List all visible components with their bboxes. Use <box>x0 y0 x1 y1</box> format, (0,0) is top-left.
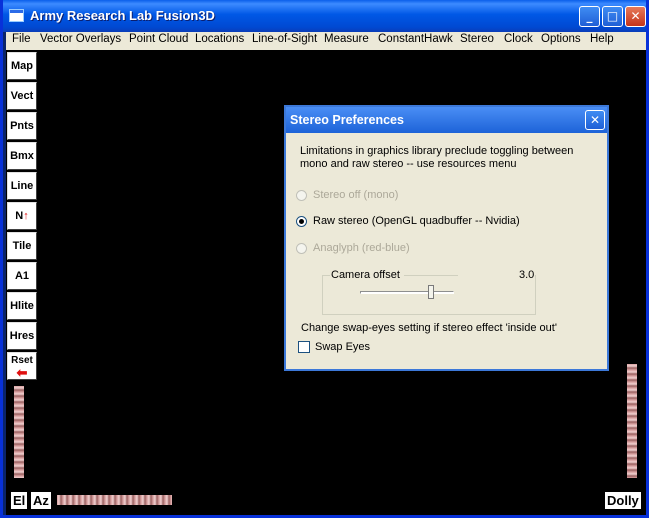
title-bar[interactable]: Army Research Lab Fusion3D _ □ ✕ <box>3 0 646 32</box>
radio-label: Stereo off (mono) <box>313 189 399 201</box>
app-window-icon <box>9 9 24 22</box>
radio-label: Raw stereo (OpenGL quadbuffer -- Nvidia) <box>313 215 520 227</box>
close-button[interactable]: ✕ <box>625 6 646 27</box>
menu-options[interactable]: Options <box>541 33 581 45</box>
dialog-title-bar[interactable]: Stereo Preferences ✕ <box>286 107 607 133</box>
reset-button[interactable]: Rset ⬅ <box>7 352 37 380</box>
a1-button[interactable]: A1 <box>7 262 37 290</box>
menu-vector-overlays[interactable]: Vector Overlays <box>40 33 121 45</box>
bmx-button[interactable]: Bmx <box>7 142 37 170</box>
reset-arrow-icon: ⬅ <box>16 365 28 380</box>
az-button[interactable]: Az <box>31 492 51 509</box>
north-button[interactable]: N↑ <box>7 202 37 230</box>
app-window: Army Research Lab Fusion3D _ □ ✕ File Ve… <box>0 0 649 518</box>
radio-label: Anaglyph (red-blue) <box>313 242 410 254</box>
dolly-button[interactable]: Dolly <box>605 492 641 509</box>
north-arrow-icon: ↑ <box>23 210 29 222</box>
menu-help[interactable]: Help <box>590 33 614 45</box>
camera-offset-label: Camera offset <box>330 269 401 281</box>
line-button[interactable]: Line <box>7 172 37 200</box>
map-button[interactable]: Map <box>7 52 37 80</box>
stereo-preferences-dialog: Stereo Preferences ✕ Limitations in grap… <box>284 105 609 371</box>
menu-line-of-sight[interactable]: Line-of-Sight <box>252 33 317 45</box>
azimuth-slider[interactable] <box>57 495 172 505</box>
dialog-title: Stereo Preferences <box>290 113 404 127</box>
swap-eyes-hint: Change swap-eyes setting if stereo effec… <box>301 322 557 334</box>
menu-bar: File Vector Overlays Point Cloud Locatio… <box>6 32 646 50</box>
camera-offset-value: 3.0 <box>519 269 535 281</box>
window-title: Army Research Lab Fusion3D <box>30 8 215 23</box>
hlite-button[interactable]: Hlite <box>7 292 37 320</box>
minimize-button[interactable]: _ <box>579 6 600 27</box>
camera-offset-slider-track[interactable] <box>360 291 454 294</box>
vect-button[interactable]: Vect <box>7 82 37 110</box>
radio-button[interactable] <box>296 243 307 254</box>
hres-button[interactable]: Hres <box>7 322 37 350</box>
swap-eyes-label[interactable]: Swap Eyes <box>315 341 370 353</box>
menu-clock[interactable]: Clock <box>504 33 533 45</box>
menu-locations[interactable]: Locations <box>195 33 244 45</box>
groupbox-top-border <box>404 275 458 276</box>
elevation-slider[interactable] <box>14 386 24 478</box>
tile-button[interactable]: Tile <box>7 232 37 260</box>
maximize-button[interactable]: □ <box>602 6 623 27</box>
menu-file[interactable]: File <box>12 33 31 45</box>
dialog-message: Limitations in graphics library preclude… <box>300 145 574 170</box>
swap-eyes-checkbox[interactable] <box>298 341 310 353</box>
camera-offset-slider-thumb[interactable] <box>428 285 434 299</box>
dolly-slider[interactable] <box>627 364 637 478</box>
pnts-button[interactable]: Pnts <box>7 112 37 140</box>
el-button[interactable]: El <box>11 492 28 509</box>
groupbox-top-border <box>322 275 330 276</box>
menu-point-cloud[interactable]: Point Cloud <box>129 33 188 45</box>
menu-stereo[interactable]: Stereo <box>460 33 494 45</box>
menu-constanthawk[interactable]: ConstantHawk <box>378 33 453 45</box>
menu-measure[interactable]: Measure <box>324 33 369 45</box>
dialog-close-button[interactable]: ✕ <box>585 110 605 130</box>
radio-button[interactable] <box>296 216 307 227</box>
radio-button[interactable] <box>296 190 307 201</box>
